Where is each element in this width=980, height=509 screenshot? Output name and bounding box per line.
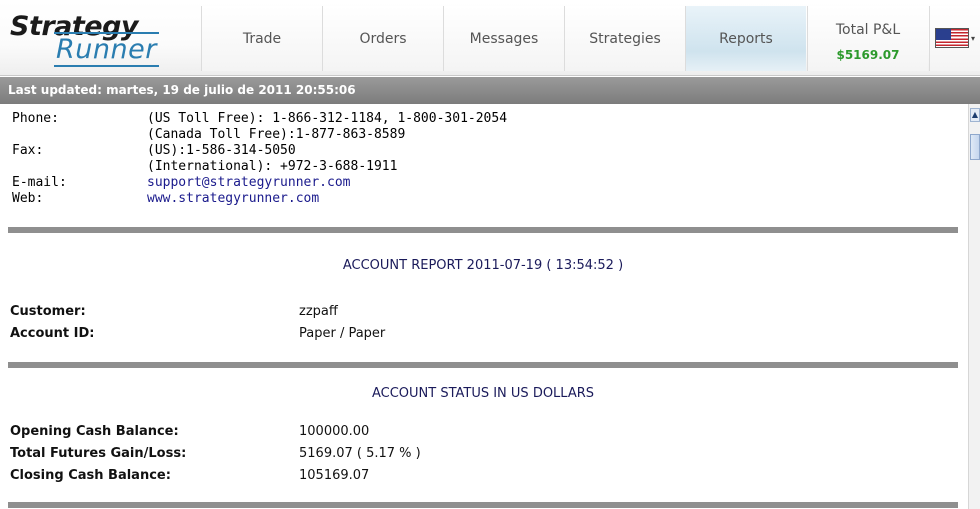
web-link[interactable]: www.strategyrunner.com	[147, 191, 319, 207]
chevron-down-icon: ▾	[970, 34, 975, 43]
account-id-value: Paper / Paper	[299, 326, 386, 341]
opening-balance-value: 100000.00	[299, 424, 370, 439]
email-link[interactable]: support@strategyrunner.com	[147, 175, 351, 191]
section-divider	[8, 362, 958, 368]
strategy-runner-logo[interactable]: Strategy Runner	[0, 0, 200, 76]
tab-trade[interactable]: Trade	[201, 6, 322, 71]
total-pnl-label: Total P&L	[835, 22, 901, 38]
logo-line-2: Runner	[54, 32, 159, 67]
tab-strategies-label: Strategies	[589, 30, 661, 47]
tab-trade-label: Trade	[242, 30, 282, 47]
account-status-title: ACCOUNT STATUS IN US DOLLARS	[371, 386, 595, 401]
section-divider	[8, 227, 958, 233]
tab-messages-label: Messages	[469, 30, 539, 47]
tab-reports-label: Reports	[719, 30, 773, 47]
opening-balance-label: Opening Cash Balance:	[10, 424, 179, 439]
last-updated-text: Last updated: martes, 19 de julio de 201…	[8, 83, 356, 97]
tab-total-pnl[interactable]: Total P&L $5169.07	[807, 6, 928, 71]
fax-value-1: (US):1-586-314-5050	[147, 143, 296, 158]
account-report-title: ACCOUNT REPORT 2011-07-19 ( 13:54:52 )	[342, 258, 624, 273]
report-content: Phone: (US Toll Free): 1-866-312-1184, 1…	[0, 104, 968, 509]
tab-reports[interactable]: Reports	[685, 6, 806, 71]
tab-messages[interactable]: Messages	[443, 6, 564, 71]
scroll-up-arrow-icon[interactable]: ▲	[970, 108, 980, 122]
closing-balance-value: 105169.07	[299, 468, 370, 483]
account-id-label: Account ID:	[10, 326, 95, 341]
tab-orders[interactable]: Orders	[322, 6, 443, 71]
us-flag-icon	[934, 28, 969, 48]
phone-value-1: (US Toll Free): 1-866-312-1184, 1-800-30…	[147, 111, 508, 126]
vertical-scrollbar[interactable]: ▲	[968, 104, 980, 509]
futures-gain-loss-label: Total Futures Gain/Loss:	[10, 446, 187, 461]
customer-label: Customer:	[10, 304, 86, 319]
web-label: Web:	[12, 191, 44, 206]
scroll-thumb[interactable]	[970, 134, 980, 160]
language-selector[interactable]: ▾	[929, 6, 980, 71]
futures-gain-loss-value: 5169.07 ( 5.17 % )	[299, 446, 421, 461]
tab-strategies[interactable]: Strategies	[564, 6, 685, 71]
closing-balance-label: Closing Cash Balance:	[10, 468, 171, 483]
phone-label: Phone:	[12, 111, 59, 126]
customer-value: zzpaff	[299, 304, 338, 319]
phone-value-2: (Canada Toll Free):1-877-863-8589	[147, 127, 406, 142]
section-divider	[8, 502, 958, 508]
top-navigation-bar: Strategy Runner Trade Orders Messages St…	[0, 0, 980, 76]
last-updated-bar: Last updated: martes, 19 de julio de 201…	[0, 77, 980, 104]
fax-label: Fax:	[12, 143, 44, 158]
total-pnl-value: $5169.07	[836, 48, 900, 62]
email-label: E-mail:	[12, 175, 67, 190]
tab-orders-label: Orders	[359, 30, 407, 47]
fax-value-2: (International): +972-3-688-1911	[147, 159, 398, 174]
